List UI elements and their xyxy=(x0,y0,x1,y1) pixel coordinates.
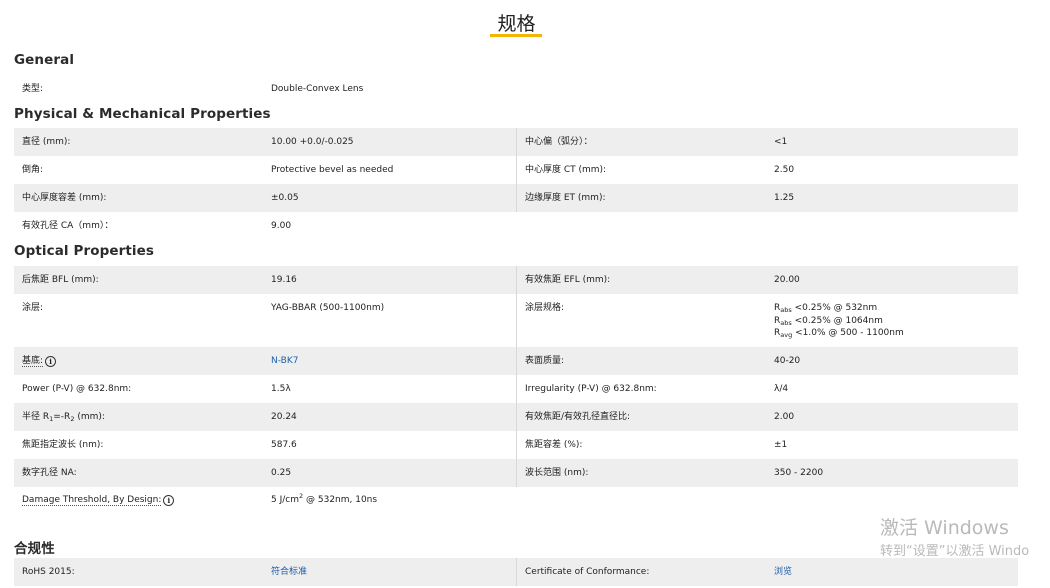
bfl-value: 19.16 xyxy=(271,275,297,285)
ct-tolerance-value: ±0.05 xyxy=(271,193,299,203)
bfl-label: 后焦距 BFL (mm): xyxy=(22,275,99,285)
radius-value: 20.24 xyxy=(271,412,297,422)
info-icon[interactable]: i xyxy=(163,495,175,506)
info-icon[interactable]: i xyxy=(45,356,57,367)
spec-row-radius: 半径 R1=-R2 (mm): 20.24 有效焦距/有效孔径直径比: 2.00 xyxy=(14,403,1018,431)
spec-row-na: 数字孔径 NA: 0.25 波长范围 (nm): 350 - 2200 xyxy=(14,459,1018,487)
focal-tolerance-label: 焦距容差 (%): xyxy=(525,440,583,450)
spec-row-coating: 涂层: YAG-BBAR (500-1100nm) 涂层规格: Rabs <0.… xyxy=(14,294,1018,347)
power-label: Power (P-V) @ 632.8nm: xyxy=(22,384,132,394)
section-heading-physical: Physical & Mechanical Properties xyxy=(14,106,271,122)
rohs-link[interactable]: 符合标准 xyxy=(271,566,307,578)
column-divider xyxy=(516,375,517,403)
column-divider xyxy=(516,558,517,586)
column-divider xyxy=(516,294,517,347)
page-title: 规格 xyxy=(497,13,536,35)
spec-row-clear-aperture: 有效孔径 CA（mm）： 9.00 xyxy=(14,212,1018,240)
damage-threshold-label[interactable]: Damage Threshold, By Design: xyxy=(22,495,162,506)
spec-row-power: Power (P-V) @ 632.8nm: 1.5λ Irregularity… xyxy=(14,375,1018,403)
surface-quality-value: 40-20 xyxy=(774,356,801,366)
column-divider xyxy=(516,403,517,431)
wavelength-range-value: 350 - 2200 xyxy=(774,468,824,478)
coating-spec-line-3: Ravg <1.0% @ 500 - 1100nm xyxy=(774,328,904,339)
spec-row-substrate: 基底: i N-BK7 表面质量: 40-20 xyxy=(14,347,1018,375)
coc-label: Certificate of Conformance: xyxy=(525,567,650,577)
efl-value: 20.00 xyxy=(774,275,800,285)
spec-row-ct-tolerance: 中心厚度容差 (mm): ±0.05 边缘厚度 ET (mm): 1.25 xyxy=(14,184,1018,212)
spec-row-type: 类型: Double-Convex Lens xyxy=(14,76,1018,102)
column-divider xyxy=(516,128,517,156)
rohs-label: RoHS 2015: xyxy=(22,567,75,577)
et-label: 边缘厚度 ET (mm): xyxy=(525,193,606,203)
section-heading-optical: Optical Properties xyxy=(14,243,155,259)
coating-spec-label: 涂层规格: xyxy=(525,303,565,313)
windows-activation-watermark-title: 激活 Windows xyxy=(880,517,1009,539)
na-label: 数字孔径 NA: xyxy=(22,468,77,478)
spec-row-bfl: 后焦距 BFL (mm): 19.16 有效焦距 EFL (mm): 20.00 xyxy=(14,266,1018,294)
spec-row-rohs: RoHS 2015: 符合标准 Certificate of Conforman… xyxy=(14,558,1018,586)
design-wavelength-value: 587.6 xyxy=(271,440,297,450)
section-heading-compliance: 合规性 xyxy=(14,541,55,557)
spec-row-design-wavelength: 焦距指定波长 (nm): 587.6 焦距容差 (%): ±1 xyxy=(14,431,1018,459)
ca-value: 9.00 xyxy=(271,221,292,231)
irregularity-label: Irregularity (P-V) @ 632.8nm: xyxy=(525,384,657,394)
column-divider xyxy=(516,184,517,212)
coating-value: YAG-BBAR (500-1100nm) xyxy=(271,303,385,313)
diameter-label: 直径 (mm): xyxy=(22,137,71,147)
windows-activation-watermark-subtitle: 转到“设置”以激活 Windo xyxy=(880,544,1030,559)
diameter-value: 10.00 +0.0/-0.025 xyxy=(271,137,354,147)
damage-label-group: Damage Threshold, By Design: i xyxy=(22,494,175,506)
centering-value: <1 xyxy=(774,137,788,147)
radius-label: 半径 R1=-R2 (mm): xyxy=(22,412,105,423)
design-wavelength-label: 焦距指定波长 (nm): xyxy=(22,440,104,450)
f-number-label: 有效焦距/有效孔径直径比: xyxy=(525,412,631,422)
section-heading-general: General xyxy=(14,52,75,68)
coating-spec-line-2: Rabs <0.25% @ 1064nm xyxy=(774,315,883,327)
title-underline xyxy=(490,34,542,37)
ct-label: 中心厚度 CT (mm): xyxy=(525,165,607,175)
spec-row-damage-threshold: Damage Threshold, By Design: i 5 J/cm2 @ … xyxy=(14,487,1018,515)
type-value: Double-Convex Lens xyxy=(271,84,364,94)
spec-row-bevel: 倒角: Protective bevel as needed 中心厚度 CT (… xyxy=(14,156,1018,184)
efl-label: 有效焦距 EFL (mm): xyxy=(525,275,611,285)
column-divider xyxy=(516,459,517,487)
coating-label: 涂层: xyxy=(22,303,44,313)
ct-value: 2.50 xyxy=(774,165,795,175)
irregularity-value: λ/4 xyxy=(774,384,789,394)
column-divider xyxy=(516,156,517,184)
coc-link[interactable]: 浏览 xyxy=(774,566,792,578)
power-value: 1.5λ xyxy=(271,384,291,394)
coating-spec-value: Rabs <0.25% @ 532nm Rabs <0.25% @ 1064nm… xyxy=(774,302,904,340)
column-divider xyxy=(516,347,517,375)
wavelength-range-label: 波长范围 (nm): xyxy=(525,468,589,478)
bevel-value: Protective bevel as needed xyxy=(271,165,394,175)
substrate-label[interactable]: 基底: xyxy=(22,356,44,367)
surface-quality-label: 表面质量: xyxy=(525,356,565,366)
column-divider xyxy=(516,431,517,459)
spec-row-diameter: 直径 (mm): 10.00 +0.0/-0.025 中心偏（弧分）： <1 xyxy=(14,128,1018,156)
f-number-value: 2.00 xyxy=(774,412,795,422)
type-label: 类型: xyxy=(22,84,44,94)
column-divider xyxy=(516,266,517,294)
focal-tolerance-value: ±1 xyxy=(774,440,788,450)
substrate-label-group: 基底: i xyxy=(22,355,57,367)
et-value: 1.25 xyxy=(774,193,795,203)
damage-threshold-value: 5 J/cm2 @ 532nm, 10ns xyxy=(271,492,378,505)
bevel-label: 倒角: xyxy=(22,165,44,175)
na-value: 0.25 xyxy=(271,468,292,478)
substrate-link[interactable]: N-BK7 xyxy=(271,355,298,367)
ca-label: 有效孔径 CA（mm）： xyxy=(22,221,114,231)
ct-tolerance-label: 中心厚度容差 (mm): xyxy=(22,193,107,203)
centering-label: 中心偏（弧分）： xyxy=(525,137,593,147)
coating-spec-line-1: Rabs <0.25% @ 532nm xyxy=(774,303,878,314)
